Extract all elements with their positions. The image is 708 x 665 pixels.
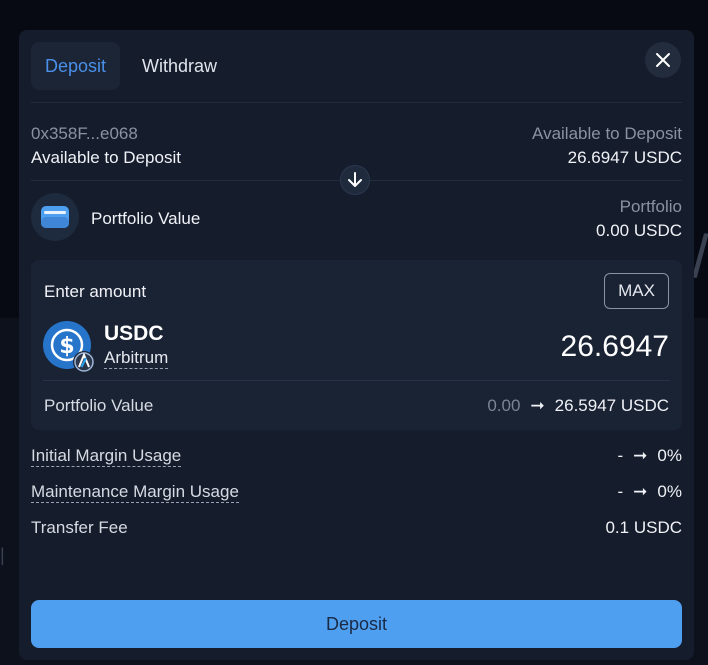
tab-deposit[interactable]: Deposit: [31, 42, 121, 90]
maintenance-margin-to: 0%: [657, 482, 682, 501]
wallet-icon: [31, 193, 79, 241]
source-address: 0x358F...e068: [31, 124, 138, 143]
initial-margin-label[interactable]: Initial Margin Usage: [31, 446, 182, 467]
network-name: Arbitrum: [104, 348, 169, 369]
initial-margin-text: Initial Margin Usage: [31, 446, 182, 467]
arrow-right-icon: ➞: [530, 396, 545, 415]
max-button[interactable]: MAX: [604, 273, 669, 309]
initial-margin-to: 0%: [657, 446, 682, 465]
backdrop-glyph: /: [692, 223, 708, 290]
arrow-right-icon: ➞: [633, 446, 648, 465]
source-available-value: 26.6947 USDC: [567, 148, 682, 167]
header-divider: [31, 102, 682, 103]
amount-card: Enter amount MAX $ USDC Arbitrum 26.6947…: [31, 260, 682, 430]
direction-indicator: [340, 165, 370, 195]
source-label: Available to Deposit: [31, 148, 181, 167]
initial-margin-from: -: [617, 446, 624, 465]
close-button[interactable]: [645, 42, 681, 78]
arrow-right-icon: ➞: [633, 482, 648, 501]
card-portfolio-label: Portfolio Value: [44, 396, 154, 415]
transfer-fee-label: Transfer Fee: [31, 518, 128, 537]
transfer-fee-value: 0.1 USDC: [605, 518, 682, 537]
portfolio-to-value: 26.5947 USDC: [554, 396, 669, 415]
amount-input[interactable]: 26.6947: [561, 330, 669, 364]
deposit-modal: Deposit Withdraw 0x358F...e068 Available…: [19, 30, 694, 660]
portfolio-from-value: 0.00: [487, 396, 521, 415]
maintenance-margin-label[interactable]: Maintenance Margin Usage: [31, 482, 239, 503]
svg-text:$: $: [59, 334, 74, 359]
deposit-button[interactable]: Deposit: [31, 600, 682, 648]
initial-margin-value: - ➞ 0%: [618, 446, 683, 466]
maintenance-margin-text: Maintenance Margin Usage: [31, 482, 239, 503]
enter-amount-label: Enter amount: [44, 282, 147, 301]
backdrop-text-fragment: |: [0, 545, 5, 565]
maintenance-margin-value: - ➞ 0%: [618, 482, 683, 502]
close-icon: [656, 53, 670, 67]
tab-bar: Deposit Withdraw: [31, 42, 231, 90]
card-portfolio-change: 0.00 ➞ 26.5947 USDC: [487, 396, 669, 416]
card-divider: [43, 380, 670, 381]
destination-label: Portfolio Value: [91, 209, 201, 228]
arrow-down-icon: [348, 172, 362, 187]
tab-withdraw[interactable]: Withdraw: [128, 42, 231, 90]
usdc-token-icon: $: [43, 321, 95, 373]
source-available-label: Available to Deposit: [532, 124, 682, 143]
destination-portfolio-label: Portfolio: [619, 197, 682, 216]
network-selector[interactable]: Arbitrum: [104, 348, 169, 369]
destination-portfolio-value: 0.00 USDC: [596, 221, 682, 240]
maintenance-margin-from: -: [617, 482, 624, 501]
token-symbol: USDC: [104, 322, 164, 345]
